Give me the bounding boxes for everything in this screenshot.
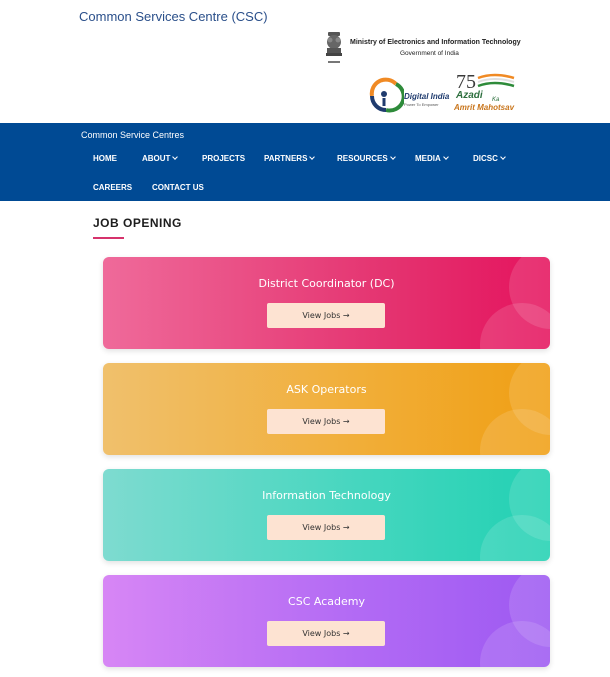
national-emblem-icon [326, 32, 342, 63]
job-card-title: ASK Operators [286, 383, 367, 396]
page-title: JOB OPENING [93, 216, 182, 230]
aka-azadi-text: Azadi [456, 90, 483, 101]
main-navbar: Common Service Centres HOME ABOUT PROJEC… [0, 123, 610, 201]
nav-about[interactable]: ABOUT [142, 154, 179, 163]
chevron-down-icon [389, 154, 396, 160]
nav-careers[interactable]: CAREERS [93, 183, 132, 192]
nav-dicsc-label: DICSC [473, 154, 498, 163]
job-card-ask-operators: ASK Operators View Jobs → [103, 363, 550, 455]
nav-projects[interactable]: PROJECTS [202, 154, 245, 163]
azadi-ka-amrit-mahotsav-logo[interactable]: 75 Azadi Ka Amrit Mahotsav [454, 70, 534, 118]
job-card-title: District Coordinator (DC) [258, 277, 395, 290]
nav-careers-label: CAREERS [93, 183, 133, 192]
job-card-title: CSC Academy [288, 595, 365, 608]
nav-about-label: ABOUT [142, 154, 171, 163]
decorative-circle [480, 515, 550, 561]
view-jobs-button[interactable]: View Jobs → [267, 515, 385, 540]
nav-projects-label: PROJECTS [202, 154, 246, 163]
aka-amrit-mahotsav-text: Amrit Mahotsav [454, 103, 515, 112]
ministry-name: Ministry of Electronics and Information … [350, 39, 521, 46]
chevron-down-icon [500, 154, 506, 160]
nav-partners-label: PARTNERS [264, 154, 308, 163]
decorative-circle [480, 303, 550, 349]
view-jobs-button[interactable]: View Jobs → [267, 621, 385, 646]
chevron-down-icon [309, 154, 316, 160]
nav-partners[interactable]: PARTNERS [264, 154, 316, 163]
nav-resources-label: RESOURCES [337, 154, 388, 163]
chevron-down-icon [172, 154, 179, 160]
nav-media[interactable]: MEDIA [415, 154, 449, 163]
nav-resources[interactable]: RESOURCES [337, 154, 396, 163]
digital-india-tagline: Power To Empower [404, 102, 439, 107]
government-label: Government of India [400, 50, 459, 57]
decorative-circle [480, 621, 550, 667]
navbar-brand[interactable]: Common Service Centres [81, 130, 184, 140]
seventy-five-icon: 75 [456, 71, 515, 92]
nav-dicsc[interactable]: DICSC [473, 154, 506, 163]
title-underline [93, 237, 124, 239]
nav-home-label: HOME [93, 154, 117, 163]
view-jobs-button[interactable]: View Jobs → [267, 303, 385, 328]
view-jobs-button[interactable]: View Jobs → [267, 409, 385, 434]
nav-contact-us[interactable]: CONTACT US [152, 183, 204, 192]
digital-india-logo[interactable]: Digital India Power To Empower [366, 72, 452, 116]
ministry-logo[interactable]: Ministry of Electronics and Information … [322, 28, 537, 74]
job-card-title: Information Technology [262, 489, 391, 502]
nav-media-label: MEDIA [415, 154, 441, 163]
chevron-down-icon [442, 154, 449, 160]
svg-text:75: 75 [456, 71, 476, 92]
nav-home[interactable]: HOME [93, 154, 117, 163]
job-card-information-technology: Information Technology View Jobs → [103, 469, 550, 561]
nav-contact-us-label: CONTACT US [152, 183, 204, 192]
site-title[interactable]: Common Services Centre (CSC) [79, 9, 268, 24]
decorative-circle [480, 409, 550, 455]
digital-india-icon [369, 77, 404, 113]
job-card-csc-academy: CSC Academy View Jobs → [103, 575, 550, 667]
digital-india-text: Digital India [404, 92, 450, 101]
job-card-district-coordinator: District Coordinator (DC) View Jobs → [103, 257, 550, 349]
